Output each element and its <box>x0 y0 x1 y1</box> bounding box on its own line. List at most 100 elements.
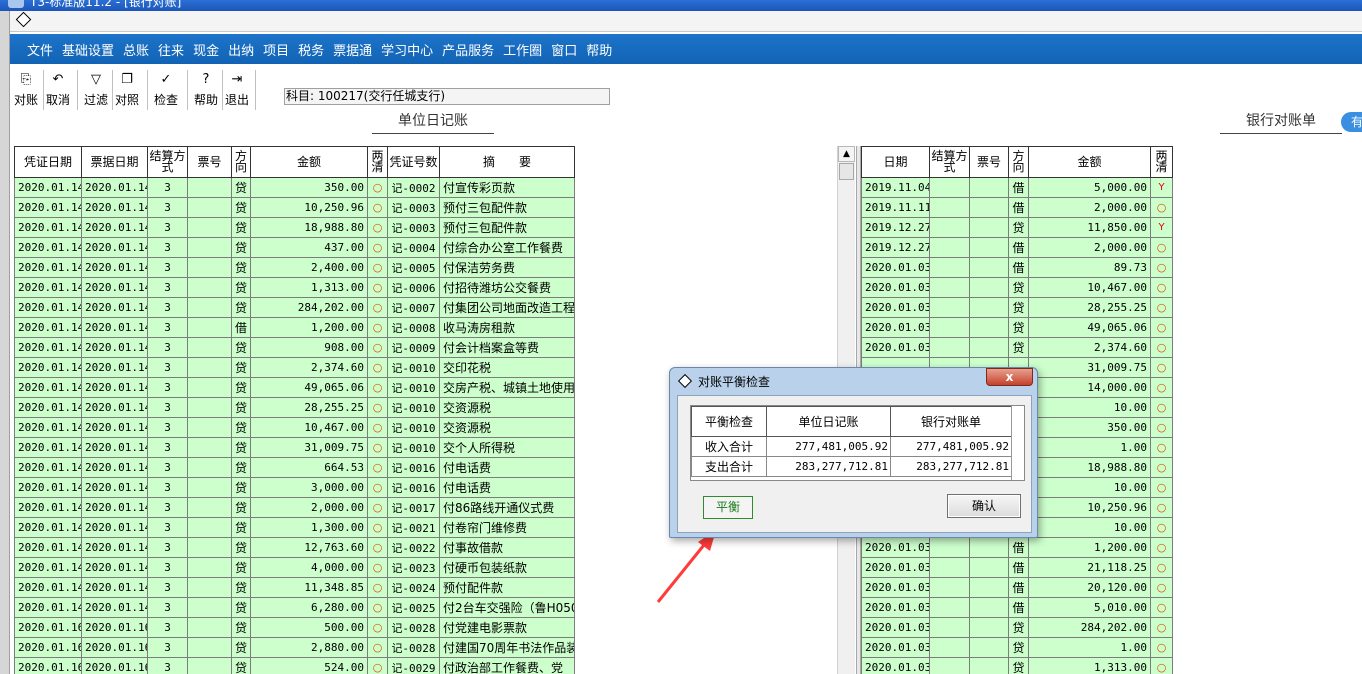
table-row[interactable]: 2019.12.27 贷 11,850.00 Y <box>861 217 1173 238</box>
table-row[interactable]: 2020.01.03 贷 284,202.00 ○ <box>861 617 1173 638</box>
menu-file[interactable]: 文件 <box>27 40 53 59</box>
menu-cashier[interactable]: 出纳 <box>228 40 254 59</box>
table-row[interactable]: 2020.01.14 2020.01.14 3 贷 350.00 ○ 记-0002 付宣传彩页… <box>14 177 575 198</box>
column-header-amount[interactable]: 金额 <box>1028 146 1151 178</box>
menu-bills[interactable]: 票据通 <box>333 40 372 59</box>
table-row[interactable]: 2020.01.16 2020.01.16 3 贷 524.00 ○ 记-0029 付政治部工… <box>14 657 575 674</box>
cell-direction: 贷 <box>231 297 251 318</box>
cell-bill-no <box>187 537 232 558</box>
table-row[interactable]: 2020.01.14 2020.01.14 3 贷 10,467.00 ○ 记-0010 交资… <box>14 417 575 438</box>
table-row[interactable]: 2020.01.03 贷 10,467.00 ○ <box>861 277 1173 298</box>
column-header-settlement[interactable]: 结算方式 <box>147 146 188 178</box>
column-header-voucher-no[interactable]: 凭证号数 <box>387 146 440 178</box>
column-header-bill-no[interactable]: 票号 <box>969 146 1009 178</box>
cell-settlement: 3 <box>147 497 188 518</box>
menu-window[interactable]: 窗口 <box>551 40 577 59</box>
cell-voucher-date: 2020.01.14 <box>14 257 82 278</box>
column-header-direction[interactable]: 方向 <box>1008 146 1029 178</box>
table-row[interactable]: 2020.01.14 2020.01.14 3 贷 6,280.00 ○ 记-0025 付2台… <box>14 597 575 618</box>
table-row[interactable]: 2020.01.14 2020.01.14 3 贷 437.00 ○ 记-0004 付综合办公… <box>14 237 575 258</box>
scroll-up-icon[interactable]: ▲ <box>838 146 855 162</box>
table-row[interactable]: 2020.01.03 借 1,200.00 ○ <box>861 537 1173 558</box>
table-row[interactable]: 2020.01.14 2020.01.14 3 借 1,200.00 ○ 记-0008 收马涛… <box>14 317 575 338</box>
menu-workcircle[interactable]: 工作圈 <box>503 40 542 59</box>
table-row[interactable]: 2020.01.03 贷 49,065.06 ○ <box>861 317 1173 338</box>
menu-cash[interactable]: 现金 <box>193 40 219 59</box>
menu-help[interactable]: 帮助 <box>586 40 612 59</box>
menu-general-ledger[interactable]: 总账 <box>123 40 149 59</box>
reconcile-button[interactable]: ⎘ 对账 <box>14 72 38 110</box>
table-row[interactable]: 2020.01.14 2020.01.14 3 贷 1,313.00 ○ 记-0006 付招待… <box>14 277 575 298</box>
table-row[interactable]: 2020.01.14 2020.01.14 3 贷 284,202.00 ○ 记-0007 付… <box>14 297 575 318</box>
table-row[interactable]: 2020.01.14 2020.01.14 3 贷 1,300.00 ○ 记-0021 付卷帘… <box>14 517 575 538</box>
menu-accounts[interactable]: 往来 <box>158 40 184 59</box>
scroll-thumb[interactable] <box>839 163 854 180</box>
table-row[interactable]: 2020.01.14 2020.01.14 3 贷 11,348.85 ○ 记-0024 预付… <box>14 577 575 598</box>
column-header-date[interactable]: 日期 <box>861 146 930 178</box>
menu-basic-settings[interactable]: 基础设置 <box>62 40 114 59</box>
help-button[interactable]: ? 帮助 <box>194 72 218 110</box>
cell-voucher-date: 2020.01.14 <box>14 377 82 398</box>
column-header-cleared[interactable]: 两清 <box>1150 146 1173 178</box>
confirm-button[interactable]: 确认 <box>947 494 1021 518</box>
exit-button[interactable]: ⇥ 退出 <box>225 72 249 110</box>
column-header-bill-no[interactable]: 票号 <box>187 146 232 178</box>
table-row[interactable]: 2020.01.14 2020.01.14 3 贷 2,374.60 ○ 记-0010 交印花… <box>14 357 575 378</box>
table-row[interactable]: 2020.01.14 2020.01.14 3 贷 664.53 ○ 记-0016 付电话费 <box>14 457 575 478</box>
table-row[interactable]: 2020.01.14 2020.01.14 3 贷 18,988.80 ○ 记-0003 预付… <box>14 217 575 238</box>
cell-direction: 贷 <box>231 657 251 674</box>
table-row[interactable]: 2020.01.14 2020.01.14 3 贷 3,000.00 ○ 记-0016 付电话… <box>14 477 575 498</box>
cancel-button[interactable]: ↶ 取消 <box>46 72 70 110</box>
dialog-title: 对账平衡检查 <box>698 375 771 389</box>
table-row[interactable]: 2020.01.03 借 20,120.00 ○ <box>861 577 1173 598</box>
table-row[interactable]: 2020.01.03 借 21,118.25 ○ <box>861 557 1173 578</box>
column-header-voucher-date[interactable]: 凭证日期 <box>14 146 82 178</box>
column-header-cleared[interactable]: 两清 <box>367 146 388 178</box>
menu-project[interactable]: 项目 <box>263 40 289 59</box>
document-icon[interactable] <box>15 11 32 28</box>
close-button[interactable]: x <box>986 368 1033 386</box>
column-header-direction[interactable]: 方向 <box>231 146 251 178</box>
table-row[interactable]: 2020.01.16 2020.01.16 3 贷 2,880.00 ○ 记-0028 付建国… <box>14 637 575 658</box>
menu-learning[interactable]: 学习中心 <box>381 40 433 59</box>
table-row[interactable]: 2020.01.14 2020.01.14 3 贷 908.00 ○ 记-0009 付会计档案… <box>14 337 575 358</box>
cell-direction: 贷 <box>231 477 251 498</box>
table-row[interactable]: 2020.01.14 2020.01.14 3 贷 28,255.25 ○ 记-0010 交资… <box>14 397 575 418</box>
check-button[interactable]: ✓ 检查 <box>154 72 178 110</box>
toolbar-separator <box>147 70 148 110</box>
cell-amount: 1,300.00 <box>250 517 368 538</box>
table-row[interactable]: 2020.01.03 贷 1.00 ○ <box>861 637 1173 658</box>
table-row[interactable]: 2019.12.27 借 2,000.00 ○ <box>861 237 1173 258</box>
compare-button[interactable]: ❐ 对照 <box>115 72 139 110</box>
table-row[interactable]: 2019.11.04 借 5,000.00 Y <box>861 177 1173 198</box>
cell-voucher-date: 2020.01.14 <box>14 337 82 358</box>
table-row[interactable]: 2020.01.14 2020.01.14 3 贷 2,400.00 ○ 记-0005 付保洁… <box>14 257 575 278</box>
unreconciled-tab[interactable]: 有 <box>1341 112 1362 132</box>
table-row[interactable]: 2020.01.03 借 5,010.00 ○ <box>861 597 1173 618</box>
table-row[interactable]: 2020.01.14 2020.01.14 3 贷 2,000.00 ○ 记-0017 付86… <box>14 497 575 518</box>
menu-products[interactable]: 产品服务 <box>442 40 494 59</box>
filter-button[interactable]: ▽ 过滤 <box>84 72 108 110</box>
table-row[interactable]: 2020.01.03 借 89.73 ○ <box>861 257 1173 278</box>
table-row[interactable]: 2020.01.14 2020.01.14 3 贷 4,000.00 ○ 记-0023 付硬币… <box>14 557 575 578</box>
cell-voucher-no: 记-0006 <box>387 277 440 298</box>
menu-tax[interactable]: 税务 <box>298 40 324 59</box>
table-row[interactable]: 2020.01.14 2020.01.14 3 贷 31,009.75 ○ 记-0010 交个… <box>14 437 575 458</box>
table-row[interactable]: 2020.01.03 贷 28,255.25 ○ <box>861 297 1173 318</box>
table-row[interactable]: 2020.01.03 贷 1,313.00 ○ <box>861 657 1173 674</box>
table-row[interactable]: 2020.01.16 2020.01.16 3 贷 500.00 ○ 记-0028 付党建电影… <box>14 617 575 638</box>
column-header-bill-date[interactable]: 票据日期 <box>81 146 148 178</box>
table-row[interactable]: 2020.01.14 2020.01.14 3 贷 10,250.96 ○ 记-0003 预付… <box>14 197 575 218</box>
table-row[interactable]: 2020.01.14 2020.01.14 3 贷 49,065.06 ○ 记-0010 交房… <box>14 377 575 398</box>
column-header-amount[interactable]: 金额 <box>250 146 368 178</box>
table-row[interactable]: 2020.01.03 贷 2,374.60 ○ <box>861 337 1173 358</box>
cell-settlement: 3 <box>147 217 188 238</box>
table-row[interactable]: 2019.11.11 借 2,000.00 ○ <box>861 197 1173 218</box>
cell-voucher-date: 2020.01.14 <box>14 237 82 258</box>
dialog-title-bar[interactable]: 对账平衡检查 x <box>670 368 1037 394</box>
column-header-settlement[interactable]: 结算方式 <box>929 146 970 178</box>
cell-bill-no <box>187 377 232 398</box>
cell-direction: 贷 <box>231 277 251 298</box>
table-row[interactable]: 2020.01.14 2020.01.14 3 贷 12,763.60 ○ 记-0022 付事… <box>14 537 575 558</box>
column-header-summary[interactable]: 摘 要 <box>439 146 575 178</box>
